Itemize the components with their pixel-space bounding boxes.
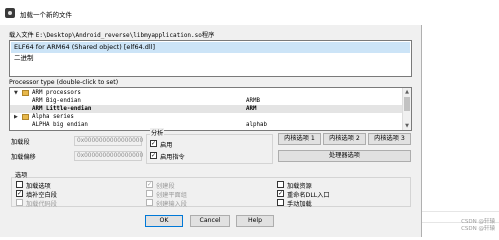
options-title: 选项 xyxy=(15,172,28,179)
kernel-options-3-button[interactable]: 内核选项 3 xyxy=(368,133,411,145)
processor-row-arm-little-endian[interactable]: ARM Little-endian ARM xyxy=(10,105,404,113)
processor-name: ALPHA big endian xyxy=(32,122,88,128)
load-options-label: 加载选项 xyxy=(26,183,51,190)
scroll-up-icon[interactable]: ▲ xyxy=(403,88,411,96)
watermark: CSDN @轩辕 CSDN @轩辕 xyxy=(461,219,495,233)
folder-icon xyxy=(22,114,29,120)
load-file-prefix: 载入文件 xyxy=(9,32,34,39)
load-file-suffix: 程序 xyxy=(201,32,215,39)
watermark-line: CSDN @轩辕 xyxy=(461,219,495,225)
title-bar: 加载一个新的文件 xyxy=(0,0,422,25)
processor-options-button[interactable]: 处理器选项 xyxy=(278,150,411,162)
collapse-icon[interactable]: ▼ xyxy=(14,89,18,97)
analysis-indicator-label: 启用指令 xyxy=(160,154,185,161)
load-code-segment-label: 加载代码段 xyxy=(26,201,57,208)
load-resources-label: 加载资源 xyxy=(287,183,312,190)
load-segment-label: 加载段 xyxy=(11,139,30,146)
load-code-segment-checkbox[interactable] xyxy=(16,199,23,206)
kernel-options-2-button[interactable]: 内核选项 2 xyxy=(323,133,366,145)
analysis-enabled-label: 启用 xyxy=(160,142,173,149)
manual-load-checkbox[interactable] xyxy=(277,199,284,206)
processor-name: Alpha series xyxy=(32,114,74,120)
analysis-enabled-checkbox[interactable]: ✓ xyxy=(150,140,157,147)
watermark-line: CSDN @轩辕 xyxy=(461,226,495,232)
processor-group-arm[interactable]: ▼ ARM processors xyxy=(10,89,404,97)
load-offset-label: 加载偏移 xyxy=(11,154,36,161)
processor-module: ARM xyxy=(246,106,257,112)
analysis-indicator-checkbox[interactable]: ✓ xyxy=(150,152,157,159)
kernel-options-1-button[interactable]: 内核选项 1 xyxy=(278,133,321,145)
file-format-list[interactable]: ELF64 for ARM64 (Shared object) [elf64.d… xyxy=(9,40,412,77)
load-resources-checkbox[interactable] xyxy=(277,181,284,188)
processor-type-label: Processor type (double-click to set) xyxy=(9,79,119,86)
create-segments-label: 创建段 xyxy=(156,183,175,190)
processor-type-list[interactable]: ▼ ARM processors ARM Big-endian ARMB ARM… xyxy=(9,87,412,131)
processor-name: ARM Big-endian xyxy=(32,98,81,104)
create-imports-segment-label: 创建输入段 xyxy=(156,201,187,208)
rename-dll-entries-label: 重命名DLL入口 xyxy=(287,192,330,199)
expand-icon[interactable]: ▶ xyxy=(14,113,18,121)
load-file-dialog: 加载一个新的文件 载入文件 E:\Desktop\Android_reverse… xyxy=(0,0,422,237)
folder-icon xyxy=(22,90,29,96)
ok-button[interactable]: OK xyxy=(145,215,183,227)
processor-list-scrollbar[interactable]: ▲ ▼ xyxy=(402,88,411,130)
help-button[interactable]: Help xyxy=(236,215,274,227)
analysis-title: 分析 xyxy=(150,128,165,137)
cancel-button[interactable]: Cancel xyxy=(190,215,230,227)
format-item-binary[interactable]: 二进制 xyxy=(11,53,410,64)
create-flat-group-label: 创建平面组 xyxy=(156,192,187,199)
load-file-path: E:\Desktop\Android_reverse\libmyapplicat… xyxy=(35,32,202,39)
load-offset-field[interactable]: 0x0000000000000000 xyxy=(74,151,143,161)
processor-group-alpha[interactable]: ▶ Alpha series xyxy=(10,113,404,121)
processor-name: ARM processors xyxy=(32,90,81,96)
app-icon xyxy=(5,8,15,18)
format-item-elf64[interactable]: ELF64 for ARM64 (Shared object) [elf64.d… xyxy=(11,42,410,53)
background-page: CSDN @轩辕 CSDN @轩辕 xyxy=(422,0,499,237)
rename-dll-entries-checkbox[interactable]: ✓ xyxy=(277,190,284,197)
fill-gaps-checkbox[interactable]: ✓ xyxy=(16,190,23,197)
create-segments-checkbox[interactable]: ✓ xyxy=(146,181,153,188)
processor-module: alphab xyxy=(246,122,267,128)
processor-row-arm-big-endian[interactable]: ARM Big-endian ARMB xyxy=(10,97,404,105)
options-group xyxy=(11,177,411,207)
scrollbar-thumb[interactable] xyxy=(404,97,410,111)
load-segment-field[interactable]: 0x0000000000000000 xyxy=(74,136,143,146)
fill-gaps-label: 填补空白段 xyxy=(26,192,57,199)
processor-row-alpha-big-endian[interactable]: ALPHA big endian alphab xyxy=(10,121,404,129)
load-file-label: 载入文件 E:\Desktop\Android_reverse\libmyapp… xyxy=(9,30,214,39)
create-imports-segment-checkbox[interactable] xyxy=(146,199,153,206)
dialog-title: 加载一个新的文件 xyxy=(20,11,72,19)
create-flat-group-checkbox[interactable] xyxy=(146,190,153,197)
processor-module: ARMB xyxy=(246,98,260,104)
load-options-checkbox[interactable] xyxy=(16,181,23,188)
processor-name: ARM Little-endian xyxy=(32,106,92,112)
scroll-down-icon[interactable]: ▼ xyxy=(403,122,411,130)
manual-load-label: 手动加载 xyxy=(287,201,312,208)
divider xyxy=(422,211,499,212)
